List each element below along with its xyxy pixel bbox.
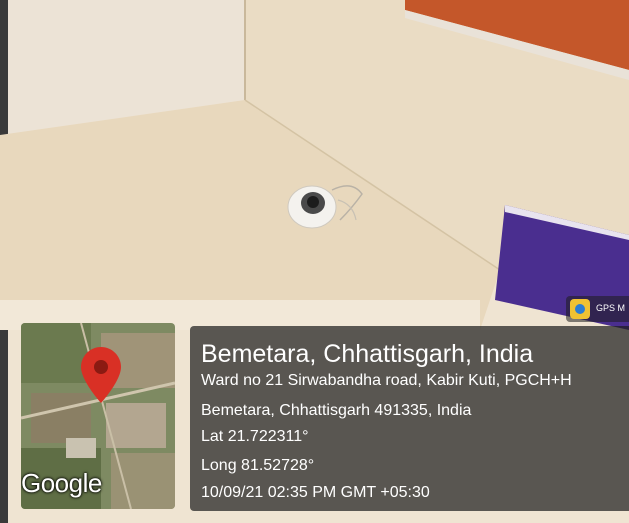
map-pin-icon [81, 347, 121, 403]
address-line-1: Ward no 21 Sirwabandha road, Kabir Kuti,… [201, 372, 572, 389]
gps-app-label: GPS M [596, 303, 626, 313]
location-title: Bemetara, Chhattisgarh, India [201, 340, 534, 368]
latitude-text: Lat 21.722311° [201, 428, 309, 445]
google-logo: Google [21, 468, 102, 498]
address-line-2: Bemetara, Chhattisgarh 491335, India [201, 402, 472, 419]
timestamp-text: 10/09/21 02:35 PM GMT +05:30 [201, 484, 430, 501]
gps-map-camera-icon [570, 299, 590, 319]
location-info-panel: Bemetara, Chhattisgarh, India Ward no 21… [190, 326, 629, 511]
gps-app-badge: GPS M [566, 296, 629, 322]
map-thumbnail[interactable]: Google [21, 323, 175, 509]
longitude-text: Long 81.52728° [201, 457, 315, 474]
